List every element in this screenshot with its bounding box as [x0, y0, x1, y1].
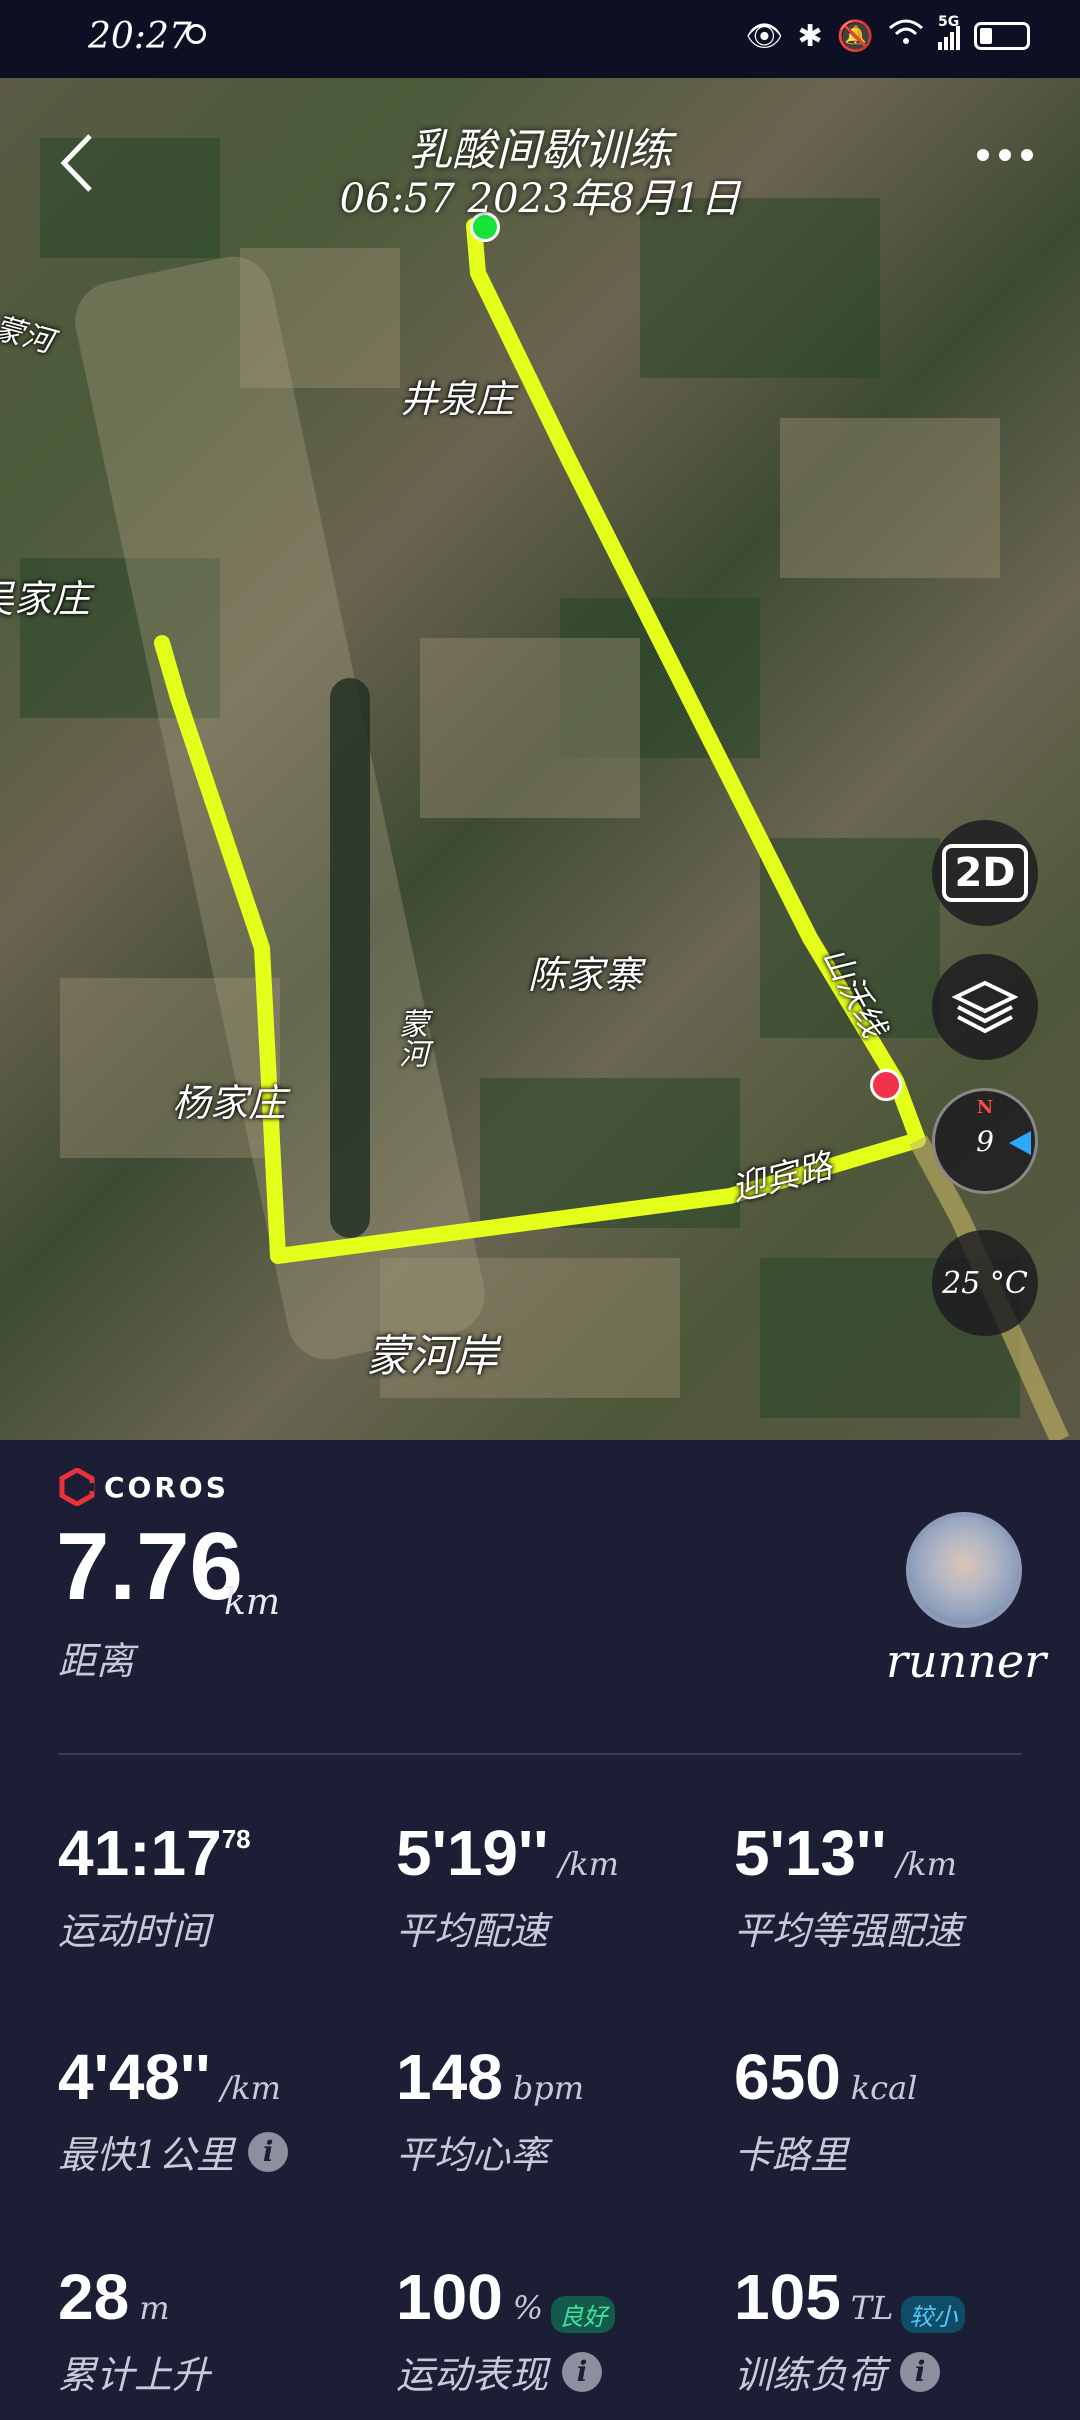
status-bar: 20:27 👁 ✱ 🔕 5G — [0, 0, 1080, 78]
stat-value: 105 — [734, 2261, 841, 2333]
compass-value: 9 — [976, 1124, 994, 1158]
map-label: 陈家寨 — [528, 953, 643, 997]
stat-unit: /km — [220, 2069, 281, 2107]
distance-value: 7.76 — [56, 1513, 243, 1620]
stat-value: 41:1778 — [58, 1817, 251, 1889]
stat-label: 平均配速 — [396, 1909, 549, 1953]
stat-value: 100 — [396, 2261, 503, 2333]
distance-unit: km — [224, 1582, 280, 1623]
stat-performance: 100% 良好 运动表现 i — [396, 2260, 616, 2399]
stat-value: 650 — [734, 2041, 841, 2113]
route-map[interactable]: 乳酸间歇训练 06:57 2023年8月1日 井泉庄 蒙河 吴家庄 陈家寨 蒙河… — [0, 78, 1080, 1440]
sync-icon — [186, 24, 206, 44]
stat-calories: 650 kcal 卡路里 — [734, 2040, 917, 2179]
eye-icon: 👁 — [745, 18, 784, 54]
stat-label: 平均等强配速 — [734, 1909, 963, 1953]
stat-label: 最快1公里 — [58, 2133, 235, 2177]
route-line — [154, 218, 1070, 1440]
compass-pointer-icon — [1009, 1131, 1031, 1155]
stat-unit: TL — [850, 2289, 894, 2327]
stat-label: 训练负荷 — [734, 2353, 887, 2397]
chevron-left-icon — [60, 134, 92, 192]
stat-avg-heart-rate: 148 bpm 平均心率 — [396, 2040, 584, 2179]
stat-fastest-km: 4'48''/km 最快1公里 i — [58, 2040, 289, 2179]
wifi-icon — [888, 18, 924, 54]
status-icons: 👁 ✱ 🔕 5G — [745, 14, 1030, 54]
bluetooth-icon: ✱ — [797, 18, 823, 54]
divider — [58, 1753, 1022, 1755]
brand: COROS — [58, 1468, 229, 1506]
info-icon[interactable]: i — [248, 2131, 289, 2172]
stat-value-sup: 78 — [221, 1824, 251, 1854]
stat-unit: /km — [896, 1845, 957, 1883]
stat-unit: /km — [558, 1845, 619, 1883]
stat-label: 平均心率 — [396, 2133, 549, 2177]
map-label: 蒙河岸 — [366, 1331, 498, 1382]
2d-toggle-button[interactable]: 2D — [932, 820, 1038, 926]
stat-label: 累计上升 — [58, 2353, 211, 2397]
stat-unit: % — [512, 2289, 544, 2327]
stat-training-load: 105 TL 较小 训练负荷 i — [734, 2260, 966, 2399]
map-label: 吴家庄 — [0, 577, 91, 621]
stat-value: 28 — [58, 2261, 130, 2333]
map-label: 杨家庄 — [172, 1081, 287, 1125]
info-icon[interactable]: i — [900, 2351, 941, 2392]
username: runner — [886, 1634, 1047, 1688]
stat-label: 卡路里 — [734, 2133, 849, 2177]
temperature-value: 25 °C — [942, 1265, 1028, 1301]
signal-icon: 5G — [938, 14, 960, 50]
stat-value: 4'48'' — [58, 2041, 211, 2113]
stat-duration: 41:1778 运动时间 — [58, 1816, 251, 1955]
temperature-badge: 25 °C — [932, 1230, 1038, 1336]
view-mode-label: 2D — [942, 844, 1028, 902]
status-badge: 良好 — [551, 2296, 616, 2333]
stat-elevation-gain: 28 m 累计上升 — [58, 2260, 210, 2399]
stat-value: 5'19'' — [396, 1817, 549, 1889]
avatar[interactable] — [906, 1512, 1022, 1628]
distance-label: 距离 — [58, 1639, 135, 1683]
map-label: 蒙河 — [393, 1008, 428, 1068]
coros-logo-icon — [59, 1468, 95, 1506]
stat-unit: kcal — [850, 2069, 918, 2107]
brand-name: COROS — [104, 1470, 229, 1504]
info-icon[interactable]: i — [562, 2351, 603, 2392]
more-options-button[interactable] — [970, 140, 1040, 170]
stat-avg-effort-pace: 5'13''/km 平均等强配速 — [734, 1816, 962, 1955]
layers-icon — [952, 980, 1018, 1034]
end-marker — [870, 1069, 902, 1101]
stat-label: 运动时间 — [58, 1909, 211, 1953]
status-badge: 较小 — [901, 2296, 966, 2333]
stat-label: 运动表现 — [396, 2353, 549, 2397]
battery-icon — [974, 22, 1030, 50]
activity-summary-card: COROS 7.76 km 距离 runner 41:1778 运动时间 5'1… — [10, 1440, 1070, 2420]
compass-button[interactable]: N 9 — [932, 1088, 1038, 1194]
stat-value: 148 — [396, 2041, 503, 2113]
stat-avg-pace: 5'19''/km 平均配速 — [396, 1816, 619, 1955]
map-label: 井泉庄 — [400, 377, 515, 421]
activity-date: 06:57 2023年8月1日 — [339, 176, 741, 222]
network-type: 5G — [938, 14, 960, 30]
mute-icon: 🔕 — [836, 18, 874, 54]
stat-unit: m — [139, 2289, 170, 2327]
status-time: 20:27 — [88, 16, 192, 57]
stat-unit: bpm — [512, 2069, 585, 2107]
compass-north: N — [976, 1097, 994, 1118]
stat-value: 5'13'' — [734, 1817, 887, 1889]
back-button[interactable] — [50, 128, 110, 198]
layers-button[interactable] — [932, 954, 1038, 1060]
